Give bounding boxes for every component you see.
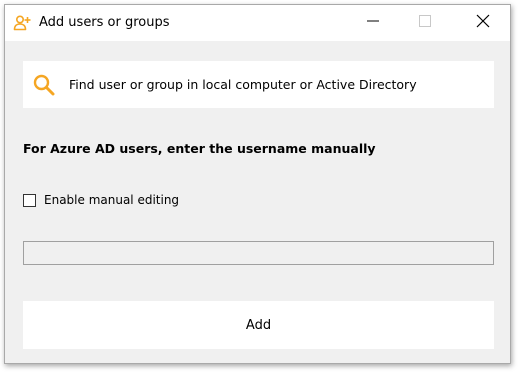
find-user-search-button[interactable]: Find user or group in local computer or … xyxy=(23,61,494,108)
manual-editing-option[interactable]: Enable manual editing xyxy=(23,193,179,207)
search-icon xyxy=(33,74,55,96)
search-label: Find user or group in local computer or … xyxy=(69,77,417,92)
close-button[interactable] xyxy=(460,5,506,41)
azure-ad-heading: For Azure AD users, enter the username m… xyxy=(23,141,376,156)
maximize-icon xyxy=(419,14,431,32)
maximize-button[interactable] xyxy=(402,5,448,41)
minimize-icon xyxy=(367,14,379,32)
enable-manual-editing-label[interactable]: Enable manual editing xyxy=(44,193,179,207)
enable-manual-editing-checkbox[interactable] xyxy=(23,193,36,207)
add-user-icon xyxy=(13,14,31,32)
window-title: Add users or groups xyxy=(39,15,170,30)
minimize-button[interactable] xyxy=(350,5,396,41)
add-users-dialog: Add users or groups Find user or group i… xyxy=(4,4,511,364)
title-bar: Add users or groups xyxy=(5,5,510,41)
username-input[interactable] xyxy=(23,241,494,265)
close-icon xyxy=(476,14,490,33)
add-button[interactable]: Add xyxy=(23,301,494,349)
